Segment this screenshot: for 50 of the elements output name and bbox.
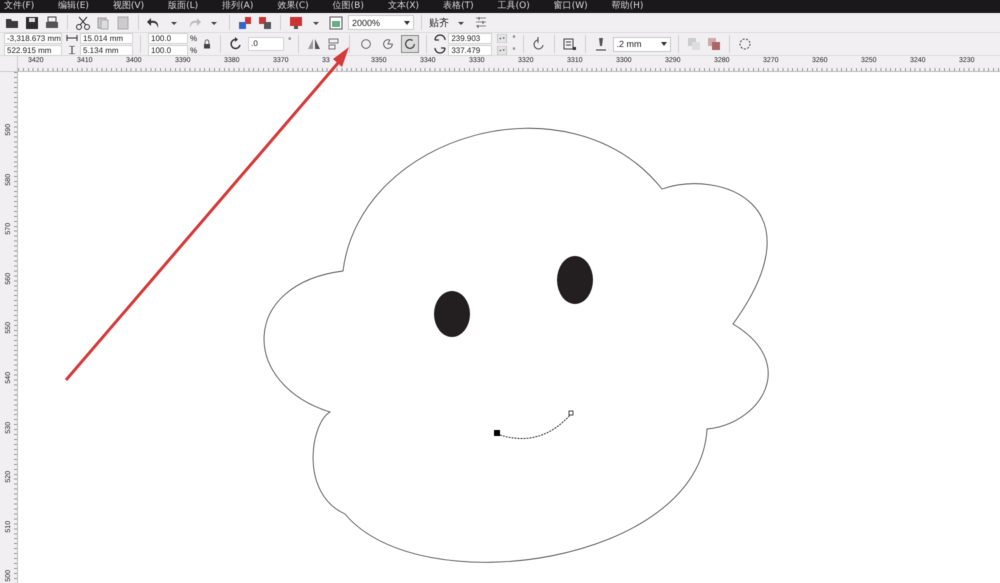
menu-item[interactable]: 帮助(H): [612, 0, 644, 13]
unit-label: °: [512, 46, 516, 54]
arc-node-handle[interactable]: [494, 430, 500, 436]
rotation-field[interactable]: .0: [248, 37, 284, 51]
unit-label: %: [190, 34, 198, 42]
unit-label: %: [190, 46, 198, 54]
arc-button[interactable]: [401, 35, 420, 53]
scale-x-field[interactable]: 100.0: [148, 32, 188, 44]
arc-node-handle[interactable]: [568, 410, 574, 416]
eye-shape: [434, 291, 470, 337]
end-angle-field[interactable]: 337.479: [448, 44, 492, 56]
save-icon[interactable]: [24, 14, 40, 30]
menu-item[interactable]: 排列(A): [222, 0, 254, 13]
outline-width-dropdown[interactable]: .2 mm: [612, 36, 671, 52]
zoom-dropdown[interactable]: 2000%: [348, 15, 414, 30]
menu-item[interactable]: 文本(X): [388, 0, 420, 13]
export-icon[interactable]: [257, 14, 273, 30]
width-field[interactable]: 15.014 mm: [80, 32, 133, 44]
menu-item[interactable]: 文件(F): [4, 0, 34, 13]
height-icon: [66, 46, 78, 54]
eye-shape: [557, 256, 593, 304]
monitor-icon[interactable]: [288, 14, 304, 30]
ellipse-icon: [359, 37, 374, 51]
menu-item[interactable]: 编辑(E): [58, 0, 89, 13]
menu-item[interactable]: 视图(V): [112, 0, 144, 13]
snap-menu[interactable]: 贴齐: [429, 16, 449, 30]
y-position-field[interactable]: 522.915 mm: [4, 44, 62, 56]
pie-icon: [381, 37, 396, 51]
scale-y-field[interactable]: 100.0: [148, 44, 188, 56]
width-icon: [66, 34, 78, 42]
menu-item[interactable]: 版面(L): [168, 0, 198, 13]
options-icon[interactable]: [473, 14, 489, 30]
menu-item[interactable]: 效果(C): [277, 0, 309, 13]
unit-label: °: [288, 36, 292, 45]
unit-label: °: [512, 34, 516, 42]
window-icon[interactable]: [328, 14, 344, 30]
height-field[interactable]: 5.134 mm: [80, 44, 133, 56]
wrap-text-icon[interactable]: [562, 36, 578, 52]
menu-item[interactable]: 窗口(W): [554, 0, 588, 13]
arc-icon: [403, 37, 418, 51]
menu-item[interactable]: 工具(O): [498, 0, 530, 13]
angle-icon: [434, 33, 446, 43]
import-icon[interactable]: [237, 14, 253, 30]
scissors-icon[interactable]: [75, 14, 91, 30]
menu-item[interactable]: 位图(B): [332, 0, 364, 13]
x-position-field[interactable]: -3,318.673 mm: [4, 32, 62, 44]
menu-item[interactable]: 表格(T): [443, 0, 474, 13]
angle-icon: [434, 45, 446, 55]
start-angle-field[interactable]: 239.903: [448, 32, 492, 44]
print-icon[interactable]: [44, 14, 60, 30]
